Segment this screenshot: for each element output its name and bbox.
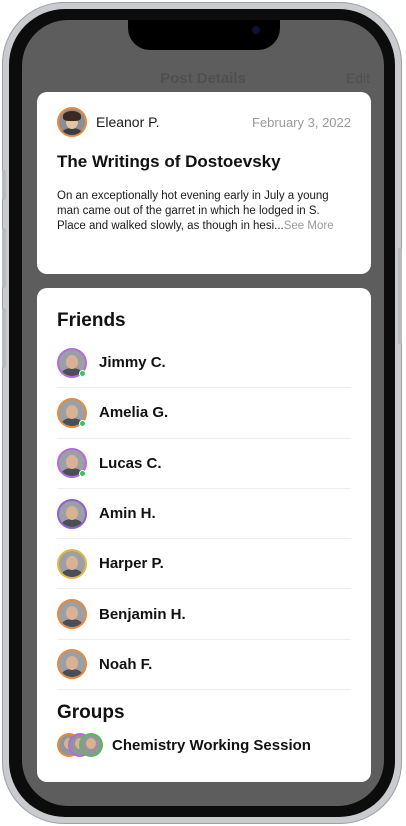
friend-name: Amelia G. (99, 404, 169, 422)
screen: Post Details Edit Eleanor P. February 3,… (22, 20, 384, 806)
background-edit-button: Edit (345, 70, 370, 86)
author-avatar[interactable] (57, 107, 87, 137)
post-header: Eleanor P. February 3, 2022 (57, 106, 351, 138)
group-row[interactable]: Chemistry Working Session (57, 726, 351, 764)
post-body: On an exceptionally hot evening early in… (57, 189, 351, 234)
author-name[interactable]: Eleanor P. (96, 114, 160, 130)
friend-row[interactable]: Amelia G. (57, 388, 351, 439)
background-nav-title: Post Details (160, 70, 246, 87)
friend-name: Lucas C. (99, 454, 162, 472)
friends-card: Friends Jimmy C. Amelia G. Lucas C. Amin H.… (37, 288, 371, 782)
post-date: February 3, 2022 (251, 114, 351, 130)
friend-avatar (57, 397, 87, 428)
group-name: Chemistry Working Session (112, 736, 311, 754)
post-card[interactable]: Eleanor P. February 3, 2022 The Writings… (37, 92, 371, 274)
power-button (398, 248, 402, 344)
friend-list: Jimmy C. Amelia G. Lucas C. Amin H. Harper P… (57, 338, 351, 691)
group-member-avatar (79, 733, 103, 758)
friend-avatar (57, 599, 87, 630)
friend-avatar (57, 498, 87, 529)
volume-down-button (2, 308, 6, 368)
friend-row[interactable]: Noah F. (57, 640, 351, 691)
friend-name: Amin H. (99, 505, 156, 523)
groups-title: Groups (57, 702, 125, 724)
friend-avatar (57, 649, 87, 680)
friend-row[interactable]: Amin H. (57, 489, 351, 540)
friend-avatar (57, 448, 87, 479)
online-status-dot (79, 369, 86, 377)
see-more-link[interactable]: See More (284, 220, 334, 232)
friend-avatar (57, 548, 87, 579)
friend-row[interactable]: Benjamin H. (57, 589, 351, 640)
camera-icon (252, 26, 260, 34)
notch (128, 20, 280, 50)
volume-up-button (2, 228, 6, 288)
group-avatar-stack (57, 733, 103, 758)
friend-row[interactable]: Lucas C. (57, 439, 351, 489)
online-status-dot (79, 470, 86, 478)
friend-row[interactable]: Harper P. (57, 539, 351, 590)
friend-name: Harper P. (99, 555, 164, 573)
friends-title: Friends (57, 310, 126, 331)
friend-row[interactable]: Jimmy C. (57, 338, 351, 389)
friend-avatar (57, 347, 87, 378)
mute-switch (2, 170, 6, 200)
friend-name: Noah F. (99, 655, 153, 673)
friend-name: Jimmy C. (99, 354, 166, 372)
friend-name: Benjamin H. (99, 605, 186, 623)
online-status-dot (79, 419, 86, 427)
post-title: The Writings of Dostoevsky (57, 152, 281, 171)
